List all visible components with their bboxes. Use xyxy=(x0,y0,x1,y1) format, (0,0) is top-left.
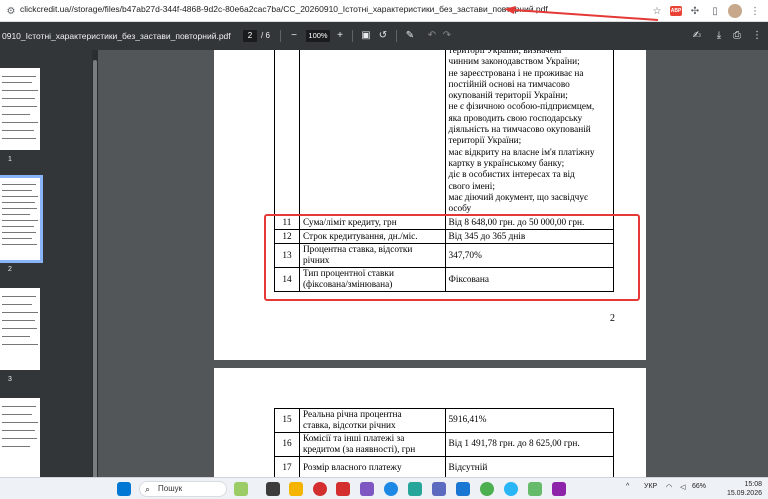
page-number-input[interactable]: 2 xyxy=(243,30,257,42)
zoom-in-button[interactable]: + xyxy=(333,29,347,43)
tray-chevron-icon[interactable]: ^ xyxy=(626,483,629,490)
print-icon[interactable]: ⎙ xyxy=(730,29,744,43)
pdf-page-2: території України, визначені чинним закон… xyxy=(214,50,646,360)
table-cell: Комісії та інші платежі за кредитом (за н… xyxy=(298,432,446,457)
app-icon[interactable] xyxy=(408,482,422,496)
page-number: 2 xyxy=(610,313,615,324)
requirement-line: чинним законодавством України; xyxy=(448,57,580,68)
redo-icon[interactable]: ↷ xyxy=(440,29,454,43)
requirement-line: картку в українському банку; xyxy=(448,158,565,169)
annotation-arrow-icon xyxy=(504,6,659,21)
thumbnail-page-1[interactable] xyxy=(0,68,40,150)
zoom-out-button[interactable]: − xyxy=(287,29,301,43)
requirement-line: діяльність на тимчасово окупованій xyxy=(448,125,591,136)
undo-icon[interactable]: ↶ xyxy=(425,29,439,43)
fit-page-icon[interactable]: ▣ xyxy=(359,29,373,43)
requirement-line: території України, визначені xyxy=(448,50,562,56)
viber-icon[interactable] xyxy=(552,482,566,496)
requirement-line: має відкриту на власне ім'я платіжну xyxy=(448,147,595,158)
battery-indicator[interactable]: 66% xyxy=(692,483,706,490)
opera-icon[interactable] xyxy=(313,482,327,496)
divider xyxy=(280,30,281,42)
adblock-extension-icon[interactable]: ABP xyxy=(670,6,682,16)
extensions-puzzle-icon[interactable]: ✣ xyxy=(688,4,702,18)
scrollbar-thumb[interactable] xyxy=(93,60,97,480)
taskbar: ⌕ Пошук ^ УКР ◠ ◁ 66% 15:08 15.09.2026 xyxy=(0,477,768,499)
taskbar-search[interactable]: ⌕ Пошук xyxy=(139,481,227,497)
telegram-icon[interactable] xyxy=(504,482,518,496)
requirement-line: яка проводить свою господарську xyxy=(448,113,583,124)
page3-table: 15 Реальна річна процентна ставка, відсот… xyxy=(274,408,615,477)
task-view-icon[interactable] xyxy=(266,482,280,496)
table-cell xyxy=(274,50,300,217)
url-text[interactable]: clickcredit.ua//storage/files/b47ab27d-3… xyxy=(20,4,548,14)
pdf-page-3: 15 Реальна річна процентна ставка, відсот… xyxy=(214,368,646,477)
file-explorer-icon[interactable] xyxy=(289,482,303,496)
table-row: 17 Розмір власного платежу Відсутній xyxy=(274,456,615,477)
requirement-line: не зареєстрована і не проживає на xyxy=(448,68,584,79)
divider xyxy=(352,30,353,42)
thumbnail-label: 2 xyxy=(8,266,12,273)
dropbox-icon[interactable] xyxy=(456,482,470,496)
sidepanel-icon[interactable]: ▯ xyxy=(708,4,722,18)
app-grid-icon[interactable] xyxy=(432,482,446,496)
volume-icon[interactable]: ◁ xyxy=(680,483,685,491)
zoom-input[interactable]: 100% xyxy=(306,30,330,42)
thumbnail-page-3[interactable] xyxy=(0,288,40,370)
language-indicator[interactable]: УКР xyxy=(644,483,657,490)
pdf-title: 0910_Істотні_характеристики_без_застави_… xyxy=(2,31,231,41)
wifi-icon[interactable]: ◠ xyxy=(666,483,672,491)
requirements-cell: території України, визначені чинним закон… xyxy=(444,50,615,217)
requirement-line: постійній основі на тимчасово xyxy=(448,79,570,90)
widgets-icon[interactable] xyxy=(234,482,248,496)
pdf-toolbar: 0910_Істотні_характеристики_без_застави_… xyxy=(0,22,768,50)
divider xyxy=(396,30,397,42)
system-clock[interactable]: 15:08 15.09.2026 xyxy=(727,480,762,498)
thumbnail-page-4[interactable] xyxy=(0,398,40,477)
search-icon: ⌕ xyxy=(145,484,151,494)
highlight-box xyxy=(264,214,640,301)
rotate-icon[interactable]: ↺ xyxy=(376,29,390,43)
table-cell: Розмір власного платежу xyxy=(298,456,446,477)
table-cell xyxy=(298,50,446,217)
menu-dots-icon[interactable]: ⋮ xyxy=(748,4,762,18)
page-total: / 6 xyxy=(261,31,270,40)
pdf-viewer[interactable]: території України, визначені чинним закон… xyxy=(98,50,768,477)
site-info-icon[interactable]: ⚙ xyxy=(4,4,18,18)
table-cell: Реальна річна процентна ставка, відсотки … xyxy=(298,408,446,433)
app-l-icon[interactable] xyxy=(336,482,350,496)
thumbnail-page-2[interactable] xyxy=(0,175,43,263)
requirement-line: не є фізичною особою-підприємцем, xyxy=(448,102,595,113)
download-icon[interactable]: ⤓ xyxy=(712,29,726,43)
requirement-line: окупованій території України; xyxy=(448,91,568,102)
windows-start-icon[interactable] xyxy=(117,482,131,496)
more-options-icon[interactable]: ⋮ xyxy=(750,29,764,43)
requirement-line: діє в особистих інтересах та від xyxy=(448,170,575,181)
edit-annotate-icon[interactable]: ✍ xyxy=(690,29,704,43)
thumbnail-sidebar: 1 2 3 xyxy=(0,50,92,477)
table-row: 15 Реальна річна процентна ставка, відсот… xyxy=(274,408,615,433)
copilot-icon[interactable] xyxy=(360,482,374,496)
requirement-line: має діючий документ, що засвідчує xyxy=(448,192,588,203)
table-row: 16 Комісії та інші платежі за кредитом (з… xyxy=(274,432,615,457)
requirement-line: території України; xyxy=(448,136,522,147)
draw-icon[interactable]: ✎ xyxy=(403,29,417,43)
app-green-icon[interactable] xyxy=(528,482,542,496)
thumbnail-label: 1 xyxy=(8,156,12,163)
edge-icon[interactable] xyxy=(384,482,398,496)
requirement-line: свого імені; xyxy=(448,181,495,192)
thumbnail-label: 3 xyxy=(8,376,12,383)
chrome-icon[interactable] xyxy=(480,482,494,496)
profile-avatar[interactable] xyxy=(728,4,742,18)
